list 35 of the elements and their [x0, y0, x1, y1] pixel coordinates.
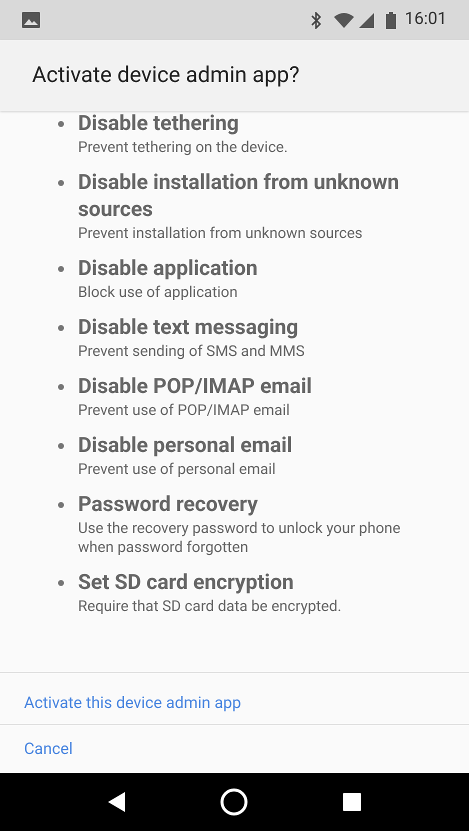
policy-description: Require that SD card data be encrypted.: [78, 597, 342, 616]
bullet-icon: [58, 325, 64, 331]
policy-title: Disable text messaging: [78, 315, 300, 342]
picture-notification-icon: [22, 12, 40, 28]
dialog-title: Activate device admin app?: [32, 62, 300, 90]
policy-title: Disable tethering: [78, 111, 240, 138]
bullet-icon: [58, 384, 64, 390]
signal-icon: [358, 12, 374, 28]
bullet-icon: [58, 180, 64, 186]
policy-title: Disable POP/IMAP email: [78, 374, 312, 401]
policy-title: Disable personal email: [78, 433, 292, 460]
policy-description: Block use of application: [78, 283, 239, 302]
policy-description: Use the recovery password to unlock your phone when password forgotten: [78, 519, 402, 557]
policy-title: Password recovery: [78, 492, 259, 519]
policy-description: Prevent use of personal email: [78, 460, 277, 479]
bluetooth-icon: [310, 12, 322, 28]
wifi-icon: [334, 12, 354, 28]
home-icon[interactable]: [220, 788, 248, 816]
bullet-icon: [58, 502, 64, 508]
policy-description: Prevent sending of SMS and MMS: [78, 342, 305, 361]
policy-description: Prevent tethering on the device.: [78, 138, 288, 157]
bullet-icon: [58, 443, 64, 449]
battery-icon: [386, 12, 396, 28]
clock-time: 16:01: [404, 8, 447, 32]
policy-title: Disable installation from unknown sources: [78, 170, 400, 224]
bullet-icon: [58, 266, 64, 272]
recents-icon[interactable]: [343, 793, 362, 811]
policy-description: Prevent use of POP/IMAP email: [78, 401, 291, 420]
bullet-icon: [58, 580, 64, 586]
dialog-action-button[interactable]: Activate this device admin app: [0, 672, 469, 724]
back-icon[interactable]: [108, 792, 125, 812]
bullet-icon: [58, 121, 64, 127]
policy-title: Disable application: [78, 256, 258, 283]
policy-title: Set SD card encryption: [78, 570, 295, 597]
policy-description: Prevent installation from unknown sources: [78, 224, 364, 243]
